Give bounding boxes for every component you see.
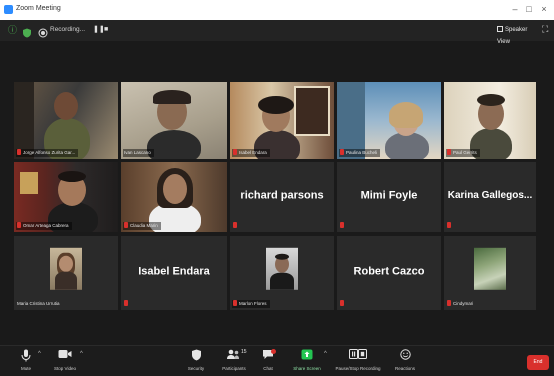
- participant-status: [232, 222, 242, 230]
- security-shield-icon[interactable]: [22, 25, 32, 38]
- muted-mic-icon: [124, 300, 128, 306]
- participant-tile-video-off[interactable]: Marlon Flores: [230, 236, 334, 310]
- participant-name-label: Jorge Alfonso Zurita Gar...: [16, 149, 79, 157]
- muted-mic-icon: [17, 149, 21, 155]
- muted-mic-icon: [233, 149, 237, 155]
- participants-button[interactable]: 15 Participants: [218, 349, 250, 371]
- stop-recording-button[interactable]: ■: [104, 26, 112, 34]
- window-title-bar: Zoom Meeting – □ ×: [0, 0, 554, 20]
- participant-status: [446, 222, 456, 230]
- participant-tile[interactable]: Paulina Bucheli: [337, 82, 441, 159]
- video-camera-icon: [50, 349, 80, 363]
- end-meeting-button[interactable]: End: [527, 355, 549, 370]
- muted-mic-icon: [447, 149, 451, 155]
- recording-status: Recording...: [50, 26, 86, 33]
- participant-name: Karina Gallegos...: [447, 190, 533, 202]
- participant-tile-video-off[interactable]: Isabel Endara: [121, 236, 227, 310]
- participant-tile[interactable]: Paul Gerrits: [444, 82, 536, 159]
- pause-recording-button[interactable]: ❚❚: [93, 26, 105, 34]
- participant-status: [123, 300, 133, 308]
- muted-mic-icon: [340, 149, 344, 155]
- muted-mic-icon: [340, 222, 344, 228]
- muted-mic-icon: [447, 300, 451, 306]
- mute-button[interactable]: Mute ^: [14, 349, 41, 371]
- participant-name-label: Cindymari: [446, 300, 476, 308]
- participant-tile-active-speaker[interactable]: Ivan Lascano: [121, 82, 227, 159]
- shield-icon: [184, 349, 208, 363]
- participant-name: Robert Cazco: [353, 265, 425, 278]
- participant-tile[interactable]: Isabel Endara: [230, 82, 334, 159]
- participant-name: Mimi Foyle: [360, 189, 418, 202]
- info-icon[interactable]: ⓘ: [8, 25, 18, 35]
- participant-name-label: Marlon Flores: [232, 300, 270, 308]
- participant-name-label: Isabel Endara: [232, 149, 270, 157]
- maximize-button[interactable]: □: [523, 3, 535, 15]
- share-screen-icon: [290, 349, 324, 363]
- pause-stop-icon: [332, 349, 384, 363]
- participant-status: [339, 222, 349, 230]
- participant-profile-photo: [266, 247, 298, 290]
- stop-video-button[interactable]: Stop Video ^: [50, 349, 83, 371]
- muted-mic-icon: [447, 222, 451, 228]
- security-button[interactable]: Security: [184, 349, 208, 371]
- notification-dot: [271, 349, 276, 354]
- microphone-icon: [14, 349, 38, 363]
- participant-tile[interactable]: Jorge Alfonso Zurita Gar...: [14, 82, 118, 159]
- participant-profile-photo: [474, 247, 506, 290]
- participant-name-label: Ivan Lascano: [123, 149, 154, 157]
- participant-video: [14, 82, 118, 159]
- chevron-up-icon[interactable]: ^: [80, 351, 83, 357]
- participant-tile[interactable]: Omar Arteaga Cabrera: [14, 162, 118, 232]
- muted-mic-icon: [340, 300, 344, 306]
- chat-button[interactable]: Chat: [258, 349, 278, 371]
- meeting-top-bar: ⓘ Recording... ❚❚ ■ Speaker View ⛶: [0, 20, 554, 45]
- participant-video: [337, 82, 441, 159]
- speaker-view-button[interactable]: Speaker View: [497, 24, 539, 45]
- participant-name-label: Maria Cristina Urrutia: [17, 301, 60, 306]
- participant-name-label: Omar Arteaga Cabrera: [16, 222, 72, 230]
- participant-name-label: Paulina Bucheli: [339, 149, 381, 157]
- close-button[interactable]: ×: [538, 3, 550, 15]
- participant-video: [121, 82, 227, 159]
- participant-name: richard parsons: [240, 189, 324, 202]
- participant-name: Isabel Endara: [138, 265, 210, 278]
- participant-status: [339, 300, 349, 308]
- participant-profile-photo: [50, 247, 82, 290]
- pause-stop-recording-button[interactable]: Pause/Stop Recording: [332, 349, 384, 371]
- grid-icon: [497, 26, 503, 32]
- participants-count: 15: [241, 349, 247, 355]
- participant-tile-video-off[interactable]: Karina Gallegos...: [444, 162, 536, 232]
- muted-mic-icon: [233, 222, 237, 228]
- meeting-toolbar: Mute ^ Stop Video ^ Security 15 Particip…: [0, 345, 554, 376]
- participant-tile-video-off[interactable]: Mimi Foyle: [337, 162, 441, 232]
- minimize-button[interactable]: –: [509, 3, 521, 15]
- reactions-button[interactable]: Reactions: [392, 349, 418, 371]
- recording-icon: [38, 25, 48, 38]
- muted-mic-icon: [233, 300, 237, 306]
- participant-video: [230, 82, 334, 159]
- participant-tile-video-off[interactable]: Maria Cristina Urrutia: [14, 236, 118, 310]
- zoom-app-icon: [4, 5, 13, 14]
- chevron-up-icon[interactable]: ^: [324, 351, 327, 357]
- smiley-icon: [392, 349, 418, 363]
- participant-tile[interactable]: Claudia Marin: [121, 162, 227, 232]
- participant-tile-video-off[interactable]: Robert Cazco: [337, 236, 441, 310]
- participant-name-label: Paul Gerrits: [446, 149, 480, 157]
- participant-tile-video-off[interactable]: richard parsons: [230, 162, 334, 232]
- chevron-up-icon[interactable]: ^: [38, 351, 41, 357]
- participant-name-label: Claudia Marin: [123, 222, 161, 230]
- muted-mic-icon: [17, 222, 21, 228]
- share-screen-button[interactable]: Share Screen ^: [290, 349, 327, 371]
- participant-tile-video-off[interactable]: Cindymari: [444, 236, 536, 310]
- muted-mic-icon: [124, 222, 128, 228]
- fullscreen-button[interactable]: ⛶: [542, 24, 552, 34]
- participant-video: [444, 82, 536, 159]
- window-title: Zoom Meeting: [16, 5, 61, 12]
